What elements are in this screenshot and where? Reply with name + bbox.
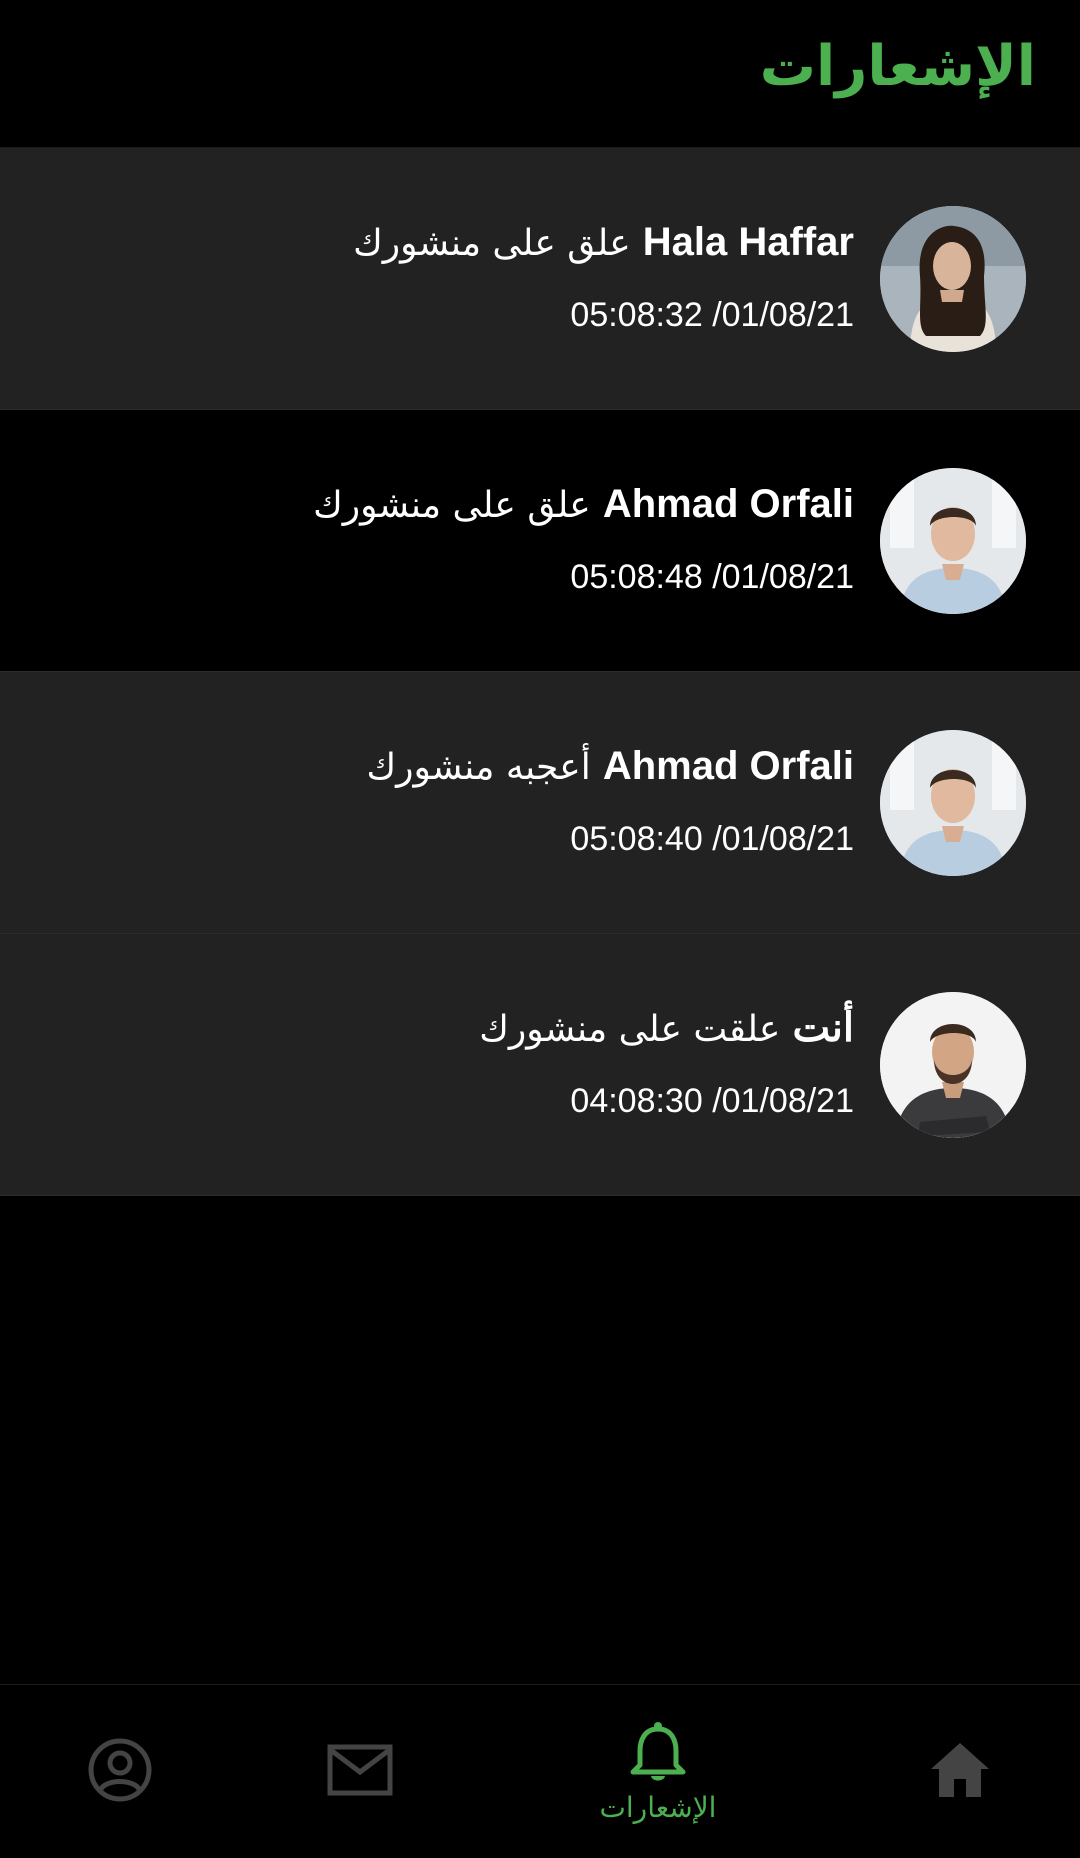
nav-notifications[interactable]: الإشعارات — [558, 1685, 758, 1858]
woman-avatar-image — [880, 206, 1026, 352]
nav-messages[interactable] — [260, 1685, 460, 1858]
notification-action: علق على منشورك — [353, 223, 631, 264]
home-icon — [929, 1741, 991, 1803]
timestamp: 05:08:32 /01/08/21 — [570, 296, 854, 334]
profile-icon — [87, 1737, 153, 1807]
notification-item[interactable]: Ahmad Orfali علق على منشورك 05:08:48 /01… — [0, 410, 1080, 672]
notification-text: Ahmad Orfali علق على منشورك 05:08:48 /01… — [313, 478, 854, 597]
man-avatar-image — [880, 468, 1026, 614]
notification-text: Ahmad Orfali أعجبه منشورك 05:08:40 /01/0… — [367, 740, 855, 859]
notifications-screen: الإشعارات Hala Haffar علق على منشورك 05:… — [0, 0, 1080, 1858]
nav-label: الإشعارات — [599, 1790, 717, 1824]
man-avatar-image — [880, 730, 1026, 876]
notification-text: Hala Haffar علق على منشورك 05:08:32 /01/… — [353, 216, 854, 335]
notification-item[interactable]: أنت علقت على منشورك 04:08:30 /01/08/21 — [0, 934, 1080, 1196]
user-name[interactable]: Ahmad Orfali — [603, 482, 854, 526]
notification-action: علقت على منشورك — [479, 1009, 781, 1050]
avatar[interactable] — [880, 206, 1026, 352]
page-title: الإشعارات — [759, 34, 1036, 99]
user-name[interactable]: أنت — [792, 1006, 854, 1050]
notifications-list: Hala Haffar علق على منشورك 05:08:32 /01/… — [0, 148, 1080, 1196]
app-header: الإشعارات — [0, 0, 1080, 148]
nav-home[interactable] — [860, 1685, 1060, 1858]
timestamp: 04:08:30 /01/08/21 — [570, 1082, 854, 1120]
avatar[interactable] — [880, 468, 1026, 614]
nav-profile[interactable] — [20, 1685, 220, 1858]
avatar[interactable] — [880, 730, 1026, 876]
man-avatar-image — [880, 992, 1026, 1138]
timestamp: 05:08:40 /01/08/21 — [570, 820, 854, 858]
user-name[interactable]: Ahmad Orfali — [603, 744, 854, 788]
bell-icon — [630, 1721, 686, 1787]
notification-action: أعجبه منشورك — [366, 747, 591, 788]
mail-icon — [327, 1742, 393, 1802]
notification-item[interactable]: Ahmad Orfali أعجبه منشورك 05:08:40 /01/0… — [0, 672, 1080, 934]
notification-item[interactable]: Hala Haffar علق على منشورك 05:08:32 /01/… — [0, 148, 1080, 410]
notification-action: علق على منشورك — [313, 485, 591, 526]
notification-text: أنت علقت على منشورك 04:08:30 /01/08/21 — [479, 1002, 854, 1121]
bottom-navigation: الإشعارات — [0, 1684, 1080, 1858]
user-name[interactable]: Hala Haffar — [643, 220, 854, 264]
avatar[interactable] — [880, 992, 1026, 1138]
timestamp: 05:08:48 /01/08/21 — [570, 558, 854, 596]
